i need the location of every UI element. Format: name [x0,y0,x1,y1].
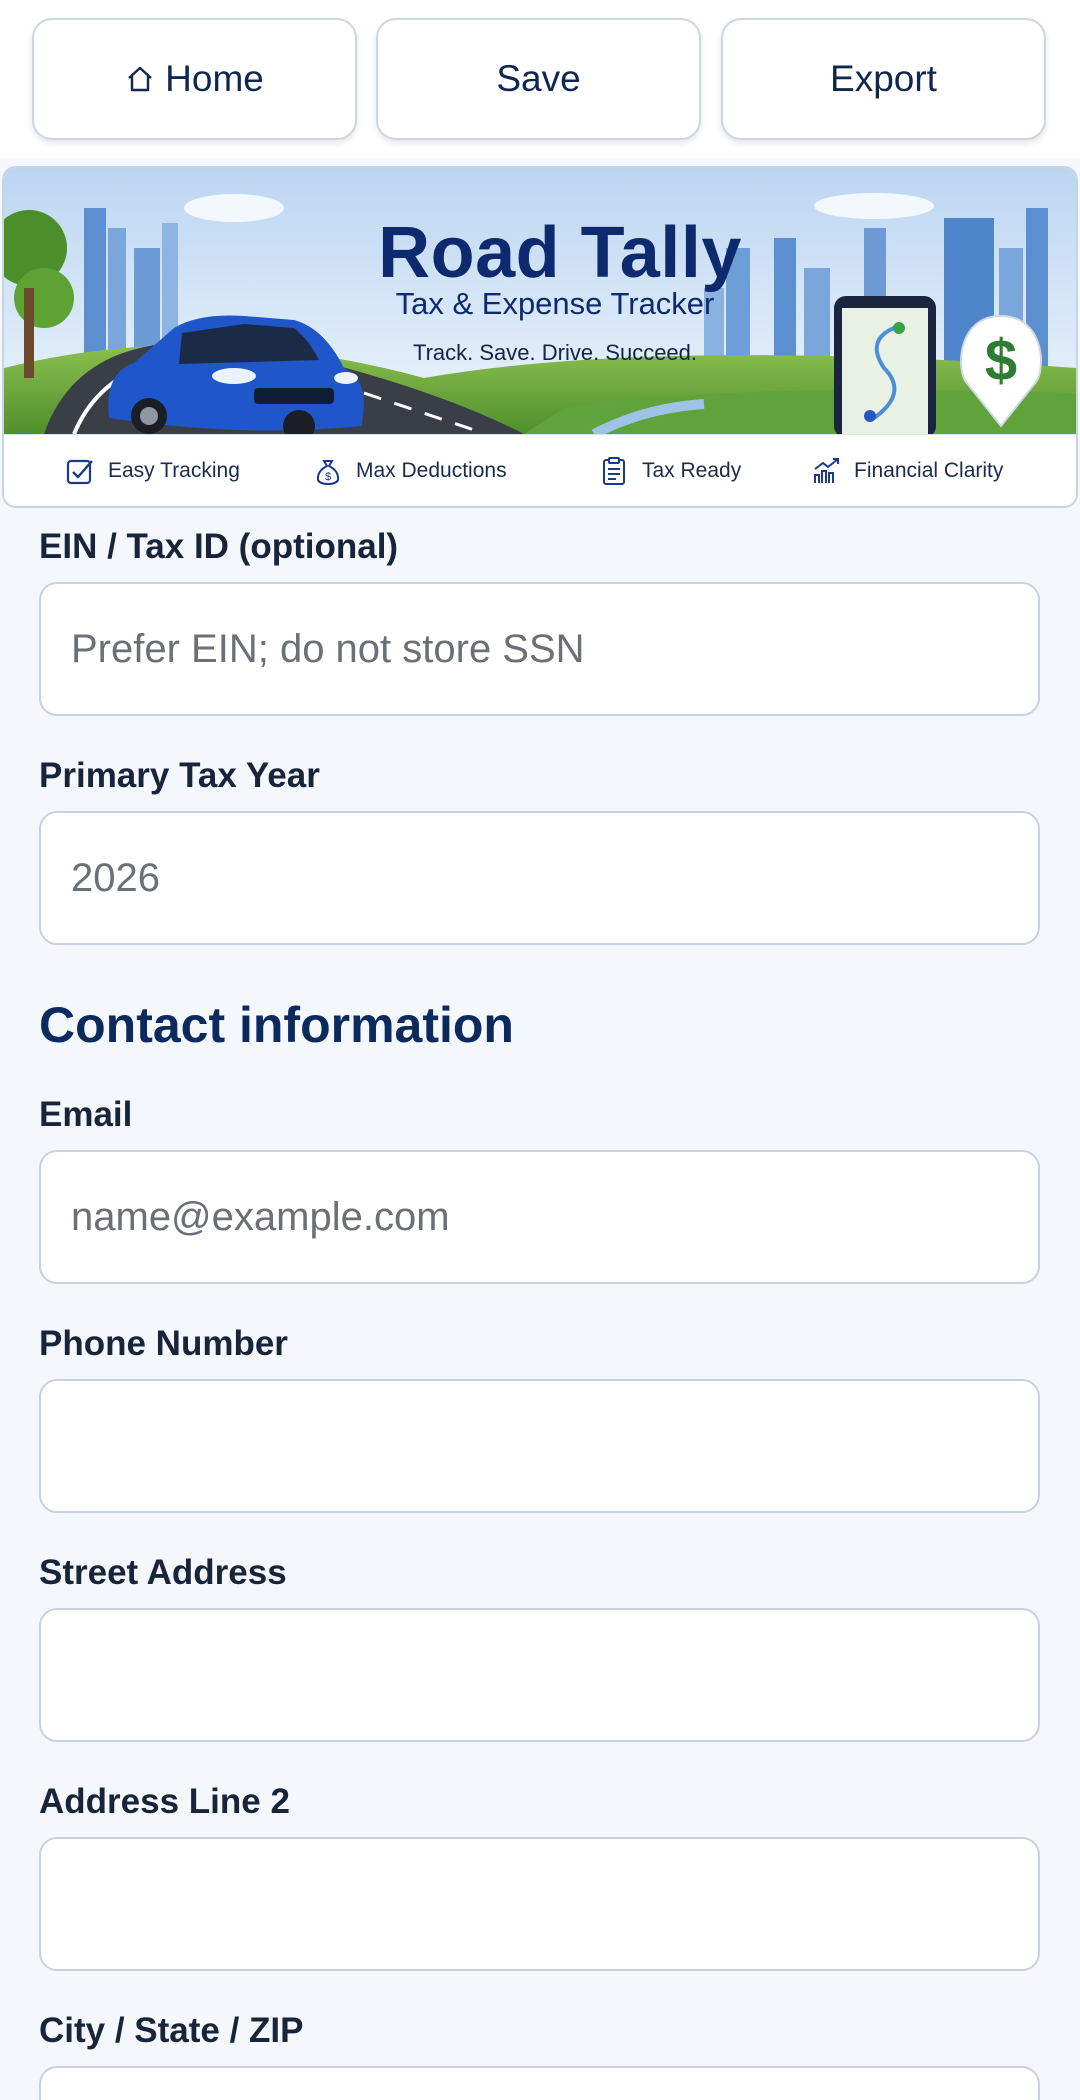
feature-strip: Easy Tracking $ Max Deductions Tax Ready… [4,434,1076,506]
export-button-label: Export [830,58,937,99]
home-button[interactable]: Home [32,18,357,140]
app-subtitle: Tax & Expense Tracker [395,286,715,321]
feature-label: Easy Tracking [108,459,240,482]
feature-label: Financial Clarity [854,459,1004,482]
ein-label: EIN / Tax ID (optional) [39,527,399,566]
app-banner: $ Road Tally Tax & Expense Tracker Track… [2,166,1078,508]
tax-year-input[interactable] [39,811,1040,945]
growth-chart-icon [814,458,839,483]
city-state-zip-label: City / State / ZIP [39,2011,304,2050]
save-button[interactable]: Save [376,18,701,140]
home-icon [128,66,152,92]
feature-max-deductions: $ Max Deductions [312,435,507,506]
save-button-label: Save [496,58,581,99]
tax-year-label: Primary Tax Year [39,756,320,795]
top-navigation: Home Save Export [0,0,1080,158]
money-bag-icon: $ [316,460,340,486]
ein-input[interactable] [39,582,1040,716]
contact-section-heading: Contact information [39,997,514,1053]
svg-text:$: $ [325,471,331,483]
feature-label: Max Deductions [356,459,507,482]
clipboard-icon [603,457,625,485]
phone-input[interactable] [39,1379,1040,1513]
home-button-label: Home [165,58,264,99]
feature-tax-ready: Tax Ready [598,435,742,506]
city-state-zip-input[interactable] [39,2066,1040,2100]
street-address-label: Street Address [39,1553,287,1592]
checkbox-icon [66,459,93,485]
feature-label: Tax Ready [642,459,742,482]
feature-financial-clarity: Financial Clarity [810,435,1004,506]
app-tagline: Track. Save. Drive. Succeed. [412,340,698,365]
feature-easy-tracking: Easy Tracking [64,435,240,506]
email-input[interactable] [39,1150,1040,1284]
email-label: Email [39,1095,133,1134]
address-line2-input[interactable] [39,1837,1040,1971]
address-line2-label: Address Line 2 [39,1782,290,1821]
export-button[interactable]: Export [721,18,1046,140]
app-title: Road Tally [378,213,742,293]
phone-label: Phone Number [39,1324,288,1363]
street-address-input[interactable] [39,1608,1040,1742]
